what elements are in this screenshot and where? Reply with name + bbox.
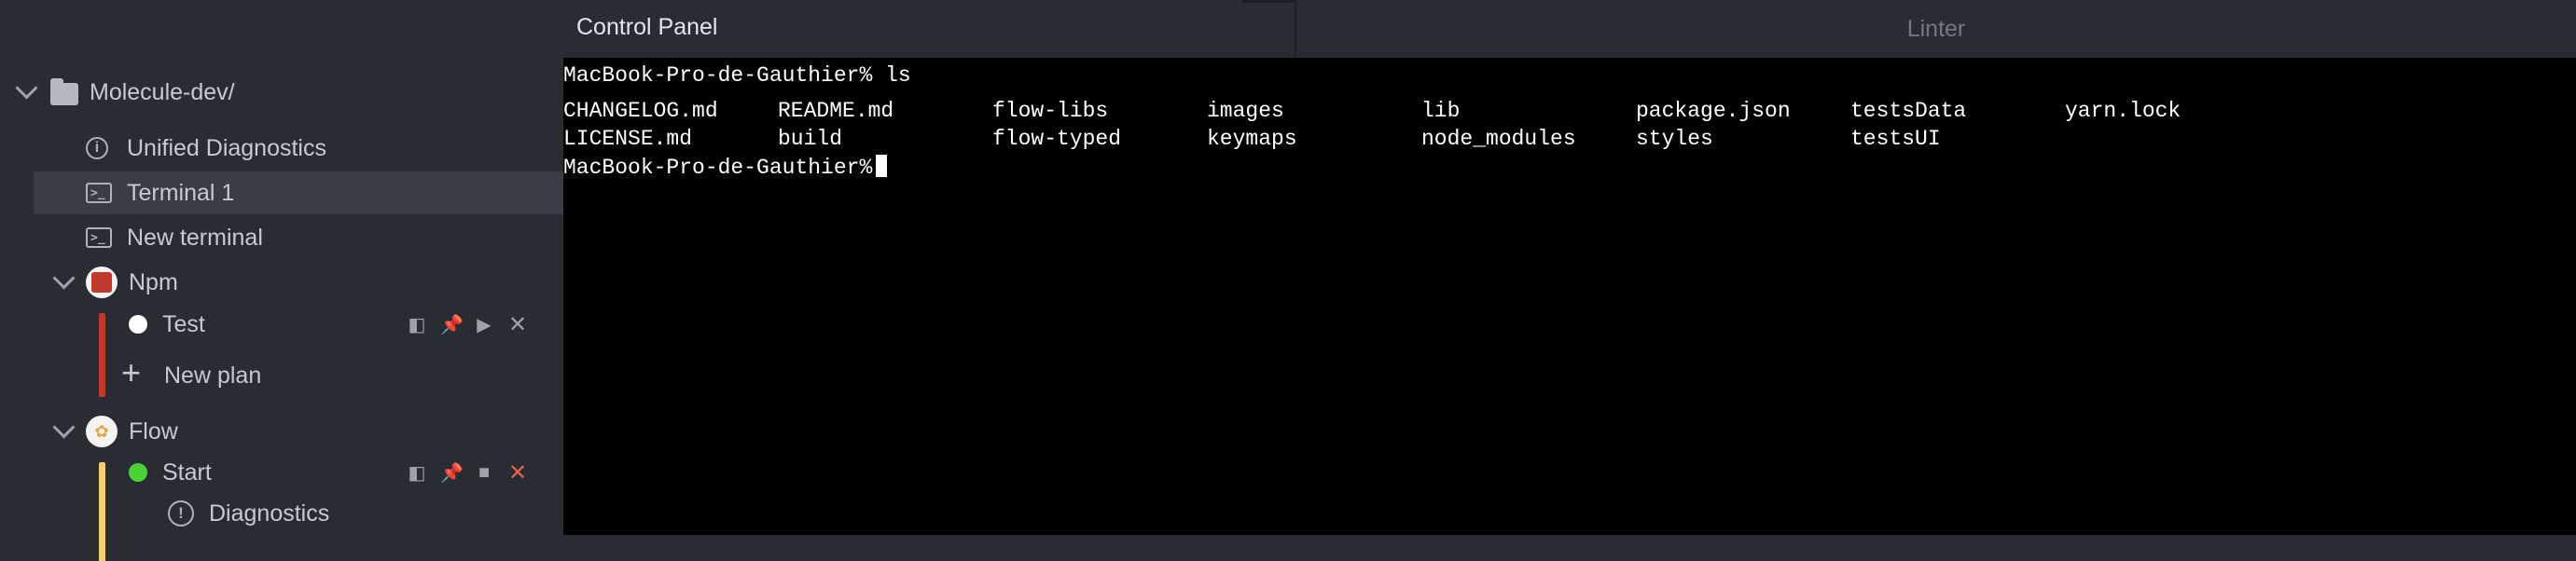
- chevron-down-icon[interactable]: [15, 76, 38, 100]
- pin-icon[interactable]: 📌: [440, 461, 464, 485]
- terminal-file-entry: README.md: [778, 99, 894, 123]
- terminal-line: MacBook-Pro-de-Gauthier% ls: [563, 63, 911, 88]
- plan-label: Test: [162, 310, 205, 337]
- terminal-command: ls: [885, 63, 911, 88]
- terminal-file-entry: testsUI: [1850, 127, 1941, 151]
- plan-actions: ◧ 📌 ▶ ✕: [407, 303, 528, 346]
- plan-label: Start: [162, 458, 212, 486]
- split-view-icon[interactable]: ◧: [407, 461, 427, 485]
- new-plan-label: New plan: [164, 362, 262, 389]
- sidebar-item-unified-diagnostics[interactable]: i Unified Diagnostics: [0, 127, 563, 170]
- terminal-file-entry: CHANGELOG.md: [563, 99, 718, 123]
- terminal-file-entry: flow-libs: [992, 99, 1109, 123]
- plan-actions: ◧ 📌 ■ ✕: [407, 451, 528, 494]
- terminal-icon: >_: [86, 227, 112, 248]
- status-dot-icon: [129, 463, 147, 482]
- terminal-prompt: MacBook-Pro-de-Gauthier%: [563, 63, 873, 88]
- terminal-file-entry: package.json: [1636, 99, 1791, 123]
- info-icon: i: [86, 137, 108, 159]
- plan-item-test[interactable]: Test ◧ 📌 ▶ ✕: [0, 303, 563, 346]
- new-plan-button[interactable]: + New plan: [0, 354, 563, 397]
- status-dot-icon: [129, 315, 147, 334]
- sidebar-item-label: Diagnostics: [209, 499, 330, 527]
- terminal-file-entry: lib: [1421, 99, 1461, 123]
- sidebar-group-flow[interactable]: ✿ Flow: [0, 410, 563, 453]
- terminal-file-entry: testsData: [1850, 99, 1967, 123]
- flow-icon: ✿: [86, 416, 118, 447]
- status-bar: [563, 535, 2576, 561]
- close-icon[interactable]: ✕: [507, 311, 528, 338]
- tab-linter[interactable]: Linter: [1296, 0, 2576, 58]
- terminal-file-entry: styles: [1636, 127, 1713, 151]
- terminal-cursor: [876, 155, 888, 177]
- sidebar: Molecule-dev/ i Unified Diagnostics >_ T…: [0, 0, 563, 561]
- tab-label: Linter: [1906, 15, 1966, 42]
- sidebar-item-label: Terminal 1: [127, 179, 235, 206]
- sidebar-group-label: Flow: [129, 417, 178, 445]
- terminal-file-entry: node_modules: [1421, 127, 1576, 151]
- sidebar-item-label: New terminal: [127, 224, 263, 251]
- pin-icon[interactable]: 📌: [440, 313, 464, 336]
- terminal-prompt: MacBook-Pro-de-Gauthier%: [563, 156, 873, 180]
- tab-label: Control Panel: [576, 14, 718, 40]
- chevron-down-icon[interactable]: [52, 267, 76, 290]
- project-label: Molecule-dev/: [90, 78, 235, 105]
- sidebar-group-npm[interactable]: Npm: [0, 261, 563, 304]
- play-icon[interactable]: ▶: [474, 313, 494, 336]
- sidebar-item-new-terminal[interactable]: >_ New terminal: [0, 216, 563, 259]
- terminal-file-entry: images: [1207, 99, 1284, 123]
- stop-icon[interactable]: ■: [474, 462, 494, 484]
- chevron-down-icon[interactable]: [52, 416, 76, 439]
- terminal-file-entry: yarn.lock: [2065, 99, 2181, 123]
- split-view-icon[interactable]: ◧: [407, 313, 427, 336]
- terminal-file-entry: flow-typed: [992, 127, 1122, 151]
- tab-control-panel[interactable]: Control Panel: [563, 0, 1295, 58]
- terminal-line: MacBook-Pro-de-Gauthier%: [563, 155, 888, 180]
- exclamation-icon: !: [168, 500, 194, 527]
- folder-icon: [50, 78, 78, 105]
- sidebar-item-terminal-1[interactable]: >_ Terminal 1: [34, 171, 563, 214]
- terminal-view[interactable]: MacBook-Pro-de-Gauthier% ls CHANGELOG.md…: [563, 58, 2576, 535]
- terminal-file-entry: build: [778, 127, 843, 151]
- terminal-file-entry: keymaps: [1207, 127, 1297, 151]
- plus-icon: +: [121, 353, 142, 391]
- npm-icon: [86, 267, 118, 298]
- terminal-icon: >_: [86, 183, 112, 203]
- sidebar-group-label: Npm: [129, 268, 178, 295]
- close-icon[interactable]: ✕: [507, 459, 528, 486]
- terminal-file-entry: LICENSE.md: [563, 127, 693, 151]
- sidebar-item-diagnostics[interactable]: ! Diagnostics: [0, 492, 563, 535]
- sidebar-item-label: Unified Diagnostics: [127, 134, 326, 161]
- tab-divider: [1242, 0, 1295, 3]
- plan-item-start[interactable]: Start ◧ 📌 ■ ✕: [0, 451, 563, 494]
- project-row[interactable]: Molecule-dev/: [0, 71, 563, 114]
